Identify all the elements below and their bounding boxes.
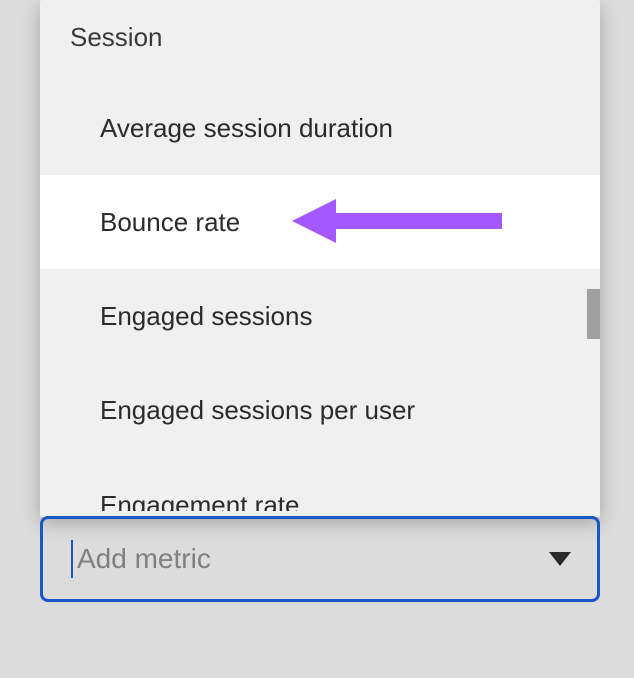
scrollbar-thumb[interactable] — [587, 289, 600, 339]
dropdown-triangle-icon — [549, 552, 571, 566]
metric-option-label: Engaged sessions — [100, 301, 312, 332]
metric-option-average-session-duration[interactable]: Average session duration — [40, 81, 600, 175]
metric-option-engaged-sessions[interactable]: Engaged sessions — [40, 269, 600, 363]
add-metric-select[interactable]: Add metric — [40, 516, 600, 602]
add-metric-placeholder: Add metric — [77, 543, 211, 575]
metric-dropdown-panel: Session Average session duration Bounce … — [40, 0, 600, 517]
metric-option-bounce-rate[interactable]: Bounce rate — [40, 175, 600, 269]
text-cursor-icon — [71, 540, 73, 578]
metric-options-list: Average session duration Bounce rate Eng… — [40, 81, 600, 511]
metric-option-label: Average session duration — [100, 113, 393, 144]
metric-option-label: Engaged sessions per user — [100, 395, 415, 426]
metric-option-label: Engagement rate — [100, 490, 299, 511]
metric-option-engaged-sessions-per-user[interactable]: Engaged sessions per user — [40, 363, 600, 457]
add-metric-input-area[interactable]: Add metric — [71, 540, 211, 578]
metric-option-engagement-rate[interactable]: Engagement rate — [40, 457, 600, 511]
metric-option-label: Bounce rate — [100, 207, 240, 238]
metric-group-heading: Session — [40, 0, 600, 61]
